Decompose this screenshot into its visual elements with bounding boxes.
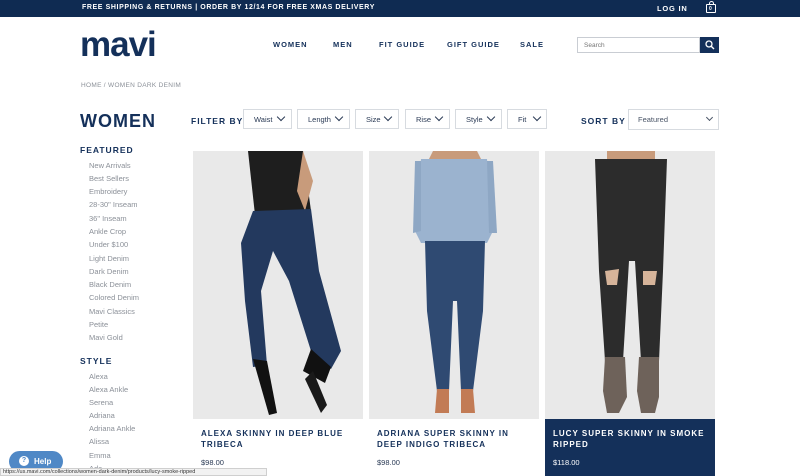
- product-card[interactable]: ADRIANA SUPER SKINNY IN DEEP INDIGO TRIB…: [369, 151, 539, 476]
- sidebar-item-serena[interactable]: Serena: [89, 398, 113, 407]
- sort-select[interactable]: Featured: [628, 109, 719, 130]
- filter-size-dropdown[interactable]: Size: [355, 109, 399, 129]
- product-name[interactable]: ADRIANA SUPER SKINNY IN DEEP INDIGO TRIB…: [377, 428, 532, 450]
- filter-style-dropdown[interactable]: Style: [455, 109, 502, 129]
- product-info: ADRIANA SUPER SKINNY IN DEEP INDIGO TRIB…: [369, 419, 539, 476]
- chevron-down-icon: [705, 113, 714, 122]
- product-image[interactable]: [369, 151, 539, 419]
- chevron-down-icon: [334, 112, 344, 122]
- sidebar-heading-featured: FEATURED: [80, 145, 134, 155]
- question-icon: ?: [19, 456, 29, 466]
- nav-gift-guide[interactable]: GIFT GUIDE: [447, 40, 500, 49]
- login-link[interactable]: LOG IN: [657, 4, 688, 13]
- sidebar-item-ankle-crop[interactable]: Ankle Crop: [89, 227, 126, 236]
- filter-rise-dropdown[interactable]: Rise: [405, 109, 450, 129]
- sidebar-item-emma[interactable]: Emma: [89, 451, 111, 460]
- filter-waist-dropdown[interactable]: Waist: [243, 109, 292, 129]
- sidebar-item-petite[interactable]: Petite: [89, 320, 108, 329]
- product-image[interactable]: [193, 151, 363, 419]
- search-input[interactable]: [577, 37, 700, 53]
- filter-fit-label: Fit: [518, 115, 527, 124]
- product-price: $98.00: [377, 458, 400, 467]
- nav-sale[interactable]: SALE: [520, 40, 544, 49]
- filter-length-dropdown[interactable]: Length: [297, 109, 350, 129]
- sidebar-item-dark-denim[interactable]: Dark Denim: [89, 267, 129, 276]
- sidebar-item-mavi-classics[interactable]: Mavi Classics: [89, 307, 135, 316]
- product-image[interactable]: [545, 151, 715, 419]
- sidebar-item-alexa[interactable]: Alexa: [89, 372, 108, 381]
- sidebar-item-adriana-ankle[interactable]: Adriana Ankle: [89, 424, 135, 433]
- status-bar-url: https://us.mavi.com/collections/women-da…: [0, 468, 267, 476]
- nav-men[interactable]: MEN: [333, 40, 353, 49]
- promo-text: FREE SHIPPING & RETURNS | ORDER BY 12/14…: [82, 4, 375, 11]
- sort-value: Featured: [638, 115, 669, 124]
- product-info: LUCY SUPER SKINNY IN SMOKE RIPPED $118.0…: [545, 419, 715, 476]
- nav-women[interactable]: WOMEN: [273, 40, 308, 49]
- sidebar-item-28-30-inseam[interactable]: 28-30" Inseam: [89, 200, 138, 209]
- sidebar-item-best-sellers[interactable]: Best Sellers: [89, 174, 129, 183]
- search-icon: [705, 40, 715, 50]
- shopping-bag-icon[interactable]: 0: [706, 1, 716, 13]
- product-card[interactable]: LUCY SUPER SKINNY IN SMOKE RIPPED $118.0…: [545, 151, 715, 476]
- sidebar-item-36-inseam[interactable]: 36" Inseam: [89, 214, 127, 223]
- filter-style-label: Style: [466, 115, 483, 124]
- page-title: WOMEN: [80, 111, 156, 131]
- product-name[interactable]: ALEXA SKINNY IN DEEP BLUE TRIBECA: [201, 428, 356, 450]
- sidebar-item-black-denim[interactable]: Black Denim: [89, 280, 131, 289]
- promo-bar: FREE SHIPPING & RETURNS | ORDER BY 12/14…: [0, 0, 800, 17]
- chevron-down-icon: [486, 112, 496, 122]
- filter-fit-dropdown[interactable]: Fit: [507, 109, 547, 129]
- logo[interactable]: mavi: [80, 27, 157, 62]
- sidebar-item-alexa-ankle[interactable]: Alexa Ankle: [89, 385, 128, 394]
- product-name[interactable]: LUCY SUPER SKINNY IN SMOKE RIPPED: [553, 428, 708, 450]
- sidebar-item-light-denim[interactable]: Light Denim: [89, 254, 129, 263]
- help-label: Help: [34, 457, 52, 466]
- sidebar-item-under-100[interactable]: Under $100: [89, 240, 128, 249]
- chevron-down-icon: [383, 112, 393, 122]
- sidebar-item-mavi-gold[interactable]: Mavi Gold: [89, 333, 123, 342]
- filter-size-label: Size: [366, 115, 381, 124]
- product-card[interactable]: ALEXA SKINNY IN DEEP BLUE TRIBECA $98.00: [193, 151, 363, 476]
- search-button[interactable]: [700, 37, 719, 53]
- filter-rise-label: Rise: [416, 115, 432, 124]
- sidebar-item-embroidery[interactable]: Embroidery: [89, 187, 127, 196]
- chevron-down-icon: [276, 112, 286, 122]
- sidebar-item-alissa[interactable]: Alissa: [89, 437, 109, 446]
- filter-by-label: FILTER BY: [191, 116, 244, 126]
- breadcrumb[interactable]: HOME / WOMEN DARK DENIM: [81, 82, 181, 89]
- sort-by-label: SORT BY: [581, 116, 626, 126]
- filter-waist-label: Waist: [254, 115, 273, 124]
- sidebar-item-new-arrivals[interactable]: New Arrivals: [89, 161, 131, 170]
- product-price: $98.00: [201, 458, 224, 467]
- sidebar-heading-style: STYLE: [80, 356, 113, 366]
- sidebar-item-colored-denim[interactable]: Colored Denim: [89, 293, 139, 302]
- chevron-down-icon: [434, 112, 444, 122]
- chevron-down-icon: [532, 112, 542, 122]
- filter-length-label: Length: [308, 115, 331, 124]
- sidebar-item-adriana[interactable]: Adriana: [89, 411, 115, 420]
- bag-count: 0: [709, 6, 712, 12]
- nav-fit-guide[interactable]: FIT GUIDE: [379, 40, 425, 49]
- product-price: $118.00: [553, 458, 580, 467]
